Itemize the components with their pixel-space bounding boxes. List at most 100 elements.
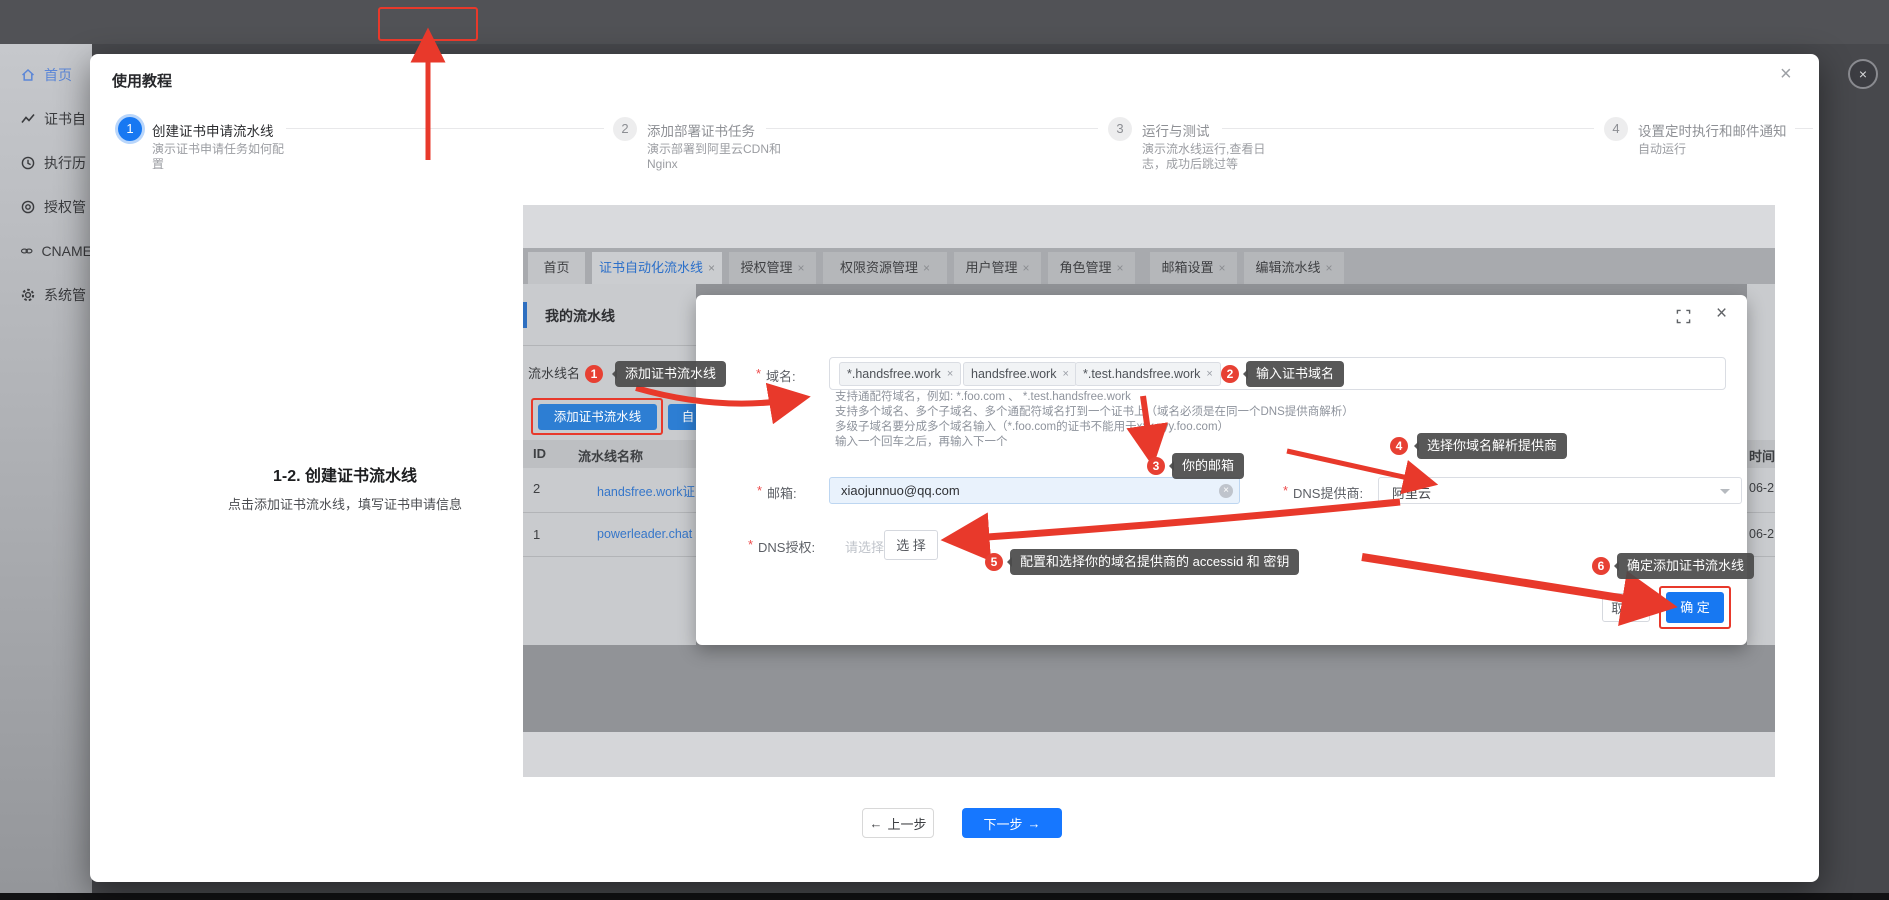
sidebar-item-history[interactable]: 执行历	[0, 149, 92, 177]
col-time: 时间	[1749, 446, 1775, 465]
tag-close-icon[interactable]: ×	[1062, 368, 1068, 380]
dns-provider-value: 阿里云	[1392, 483, 1431, 502]
fullscreen-icon[interactable]	[1676, 309, 1691, 329]
prev-step-button[interactable]: ← 上一步	[862, 808, 934, 838]
tab-cert-pipeline[interactable]: 证书自动化流水线×	[592, 252, 722, 284]
step-2-circle: 2	[613, 117, 637, 141]
dns-provider-label: DNS提供商:	[1293, 483, 1363, 502]
tooltip-1: 添加证书流水线	[615, 361, 726, 387]
pipeline-link[interactable]: handsfree.work证	[597, 481, 696, 500]
email-value: xiaojunnuo@qq.com	[841, 483, 960, 498]
app-header	[0, 0, 1889, 44]
domain-help-line: 支持多个域名、多个子域名、多个通配符域名打到一个证书上（域名必须是在同一个DNS…	[835, 405, 1354, 420]
clock-icon	[20, 155, 36, 171]
step-3-circle: 3	[1108, 117, 1132, 141]
window-bottom-edge	[0, 893, 1889, 900]
close-all-floating-button[interactable]: ×	[1848, 59, 1878, 89]
dialog-close-icon[interactable]: ×	[1716, 303, 1727, 325]
badge-6: 6	[1592, 557, 1610, 575]
tooltip-5: 配置和选择你的域名提供商的 accessid 和 密钥	[1010, 549, 1299, 575]
domain-help-line: 输入一个回车之后，再输入下一个	[835, 435, 1008, 450]
target-icon	[20, 199, 36, 215]
step-3-desc: 演示流水线运行,查看日志，成功后跳过等	[1142, 142, 1276, 172]
tutorial-menu-highlight-box	[378, 7, 478, 41]
row-time: 06-2	[1749, 527, 1774, 541]
step-4-desc: 自动运行	[1638, 142, 1798, 157]
tab-edit-pipeline[interactable]: 编辑流水线×	[1244, 252, 1344, 284]
home-icon	[20, 67, 36, 83]
dns-provider-select[interactable]	[1378, 477, 1742, 504]
add-button-highlight-box	[531, 398, 663, 435]
row-id: 1	[533, 527, 540, 542]
tab-close-icon[interactable]: ×	[1326, 261, 1333, 275]
tab-users[interactable]: 用户管理×	[954, 252, 1041, 284]
tab-auth[interactable]: 授权管理×	[729, 252, 816, 284]
note-title: 1-2. 创建证书流水线	[150, 462, 540, 486]
shot-bottom-band	[523, 732, 1775, 777]
clear-icon[interactable]: ×	[1219, 484, 1233, 498]
tooltip-6: 确定添加证书流水线	[1617, 553, 1754, 579]
sidebar-item-cname[interactable]: CNAME	[0, 237, 92, 265]
tooltip-3: 你的邮箱	[1172, 453, 1244, 479]
page-title: 我的流水线	[545, 306, 615, 326]
step-3-title: 运行与测试	[1142, 120, 1210, 140]
arrow-right-icon: →	[1028, 816, 1041, 831]
step-2-desc: 演示部署到阿里云CDN和Nginx	[647, 142, 799, 172]
domain-tag[interactable]: handsfree.work×	[963, 362, 1077, 386]
domain-label: 域名:	[766, 366, 796, 385]
tab-email[interactable]: 邮箱设置×	[1150, 252, 1237, 284]
tooltip-2: 输入证书域名	[1246, 361, 1344, 387]
tag-close-icon[interactable]: ×	[947, 368, 953, 380]
domain-tag[interactable]: *.handsfree.work×	[839, 362, 961, 386]
step-1-circle: 1	[118, 117, 142, 141]
step-2-title: 添加部署证书任务	[647, 120, 755, 140]
tab-close-icon[interactable]: ×	[1117, 261, 1124, 275]
tab-roles[interactable]: 角色管理×	[1048, 252, 1135, 284]
badge-4: 4	[1390, 437, 1408, 455]
tutorial-title: 使用教程	[112, 70, 172, 91]
row-time: 06-2	[1749, 481, 1774, 495]
tab-close-icon[interactable]: ×	[1219, 261, 1226, 275]
email-label: 邮箱:	[767, 483, 797, 502]
badge-1: 1	[585, 365, 603, 383]
badge-3: 3	[1147, 457, 1165, 475]
dns-auth-label: DNS授权:	[758, 537, 815, 556]
sidebar-item-auth[interactable]: 授权管	[0, 193, 92, 221]
pipeline-link[interactable]: powerleader.chat	[597, 527, 696, 541]
tab-close-icon[interactable]: ×	[1023, 261, 1030, 275]
dns-auth-select-button[interactable]: 选 择	[884, 530, 938, 560]
tooltip-4: 选择你域名解析提供商	[1417, 433, 1567, 459]
tutorial-close-icon[interactable]: ×	[1780, 64, 1792, 84]
row-id: 2	[533, 481, 540, 496]
cancel-button[interactable]: 取 消	[1602, 593, 1650, 622]
sidebar-item-home[interactable]: 首页	[0, 61, 92, 89]
step-1-title: 创建证书申请流水线	[152, 120, 274, 140]
domain-help-line: 多级子域名要分成多个域名输入（*.foo.com的证书不能用于xxx.yyy.f…	[835, 420, 1229, 435]
tab-close-icon[interactable]: ×	[708, 261, 715, 275]
chevron-down-icon	[1720, 489, 1730, 499]
tab-close-icon[interactable]: ×	[798, 261, 805, 275]
col-id: ID	[533, 446, 546, 461]
tag-close-icon[interactable]: ×	[1206, 368, 1212, 380]
link-icon	[20, 243, 33, 259]
shot-top-band	[523, 205, 1775, 248]
line-chart-icon	[20, 111, 36, 127]
note-desc: 点击添加证书流水线，填写证书申请信息	[150, 494, 540, 513]
step-1-desc: 演示证书申请任务如何配置	[152, 142, 292, 172]
page-title-bar	[523, 302, 527, 328]
step-4-title: 设置定时执行和邮件通知	[1638, 120, 1787, 140]
arrow-left-icon: ←	[869, 816, 882, 831]
domain-help-line: 支持通配符域名，例如: *.foo.com 、 *.test.handsfree…	[835, 390, 1131, 405]
filter-label: 流水线名	[528, 363, 580, 382]
tab-permission[interactable]: 权限资源管理×	[823, 252, 947, 284]
col-name: 流水线名称	[578, 446, 643, 465]
next-step-button[interactable]: 下一步 →	[962, 808, 1062, 838]
domain-tag[interactable]: *.test.handsfree.work×	[1075, 362, 1221, 386]
sidebar-item-system[interactable]: 系统管	[0, 281, 92, 309]
tab-home[interactable]: 首页	[528, 252, 585, 284]
badge-2: 2	[1221, 365, 1239, 383]
dns-auth-placeholder: 请选择	[845, 537, 884, 556]
sidebar-item-cert[interactable]: 证书自	[0, 105, 92, 133]
tab-close-icon[interactable]: ×	[923, 261, 930, 275]
confirm-highlight-box	[1659, 586, 1731, 629]
